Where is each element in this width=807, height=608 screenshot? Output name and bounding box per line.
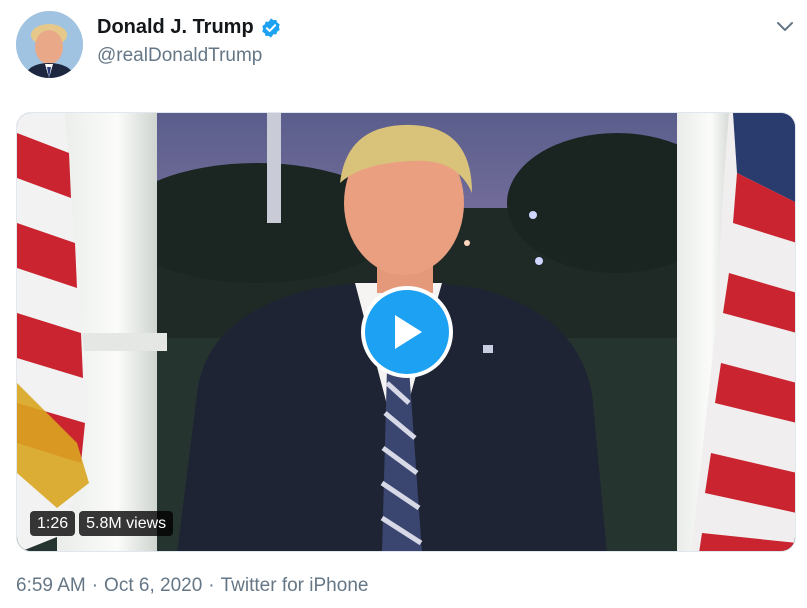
video-badges: 1:26 5.8M views <box>30 511 174 536</box>
video-player[interactable]: 1:26 5.8M views <box>16 112 796 552</box>
chevron-down-icon <box>777 22 793 31</box>
author-display-name[interactable]: Donald J. Trump <box>97 16 254 39</box>
avatar[interactable] <box>16 11 83 78</box>
view-count: 5.8M views <box>79 511 174 536</box>
meta-separator: · <box>91 575 99 596</box>
author-handle[interactable]: @realDonaldTrump <box>97 45 262 67</box>
tweet-meta: 6:59 AM · Oct 6, 2020 · Twitter for iPho… <box>16 575 368 597</box>
video-duration: 1:26 <box>30 511 76 536</box>
play-button[interactable] <box>361 286 453 378</box>
tweet-date[interactable]: Oct 6, 2020 <box>104 575 202 597</box>
tweet-source[interactable]: Twitter for iPhone <box>221 575 369 597</box>
profile-photo <box>16 11 83 78</box>
author-name-row[interactable]: Donald J. Trump <box>97 16 282 39</box>
tweet-menu-button[interactable] <box>772 14 798 40</box>
meta-separator: · <box>208 575 215 596</box>
play-icon <box>395 315 422 349</box>
tweet-time[interactable]: 6:59 AM <box>16 575 86 597</box>
verified-badge-icon <box>261 17 280 38</box>
